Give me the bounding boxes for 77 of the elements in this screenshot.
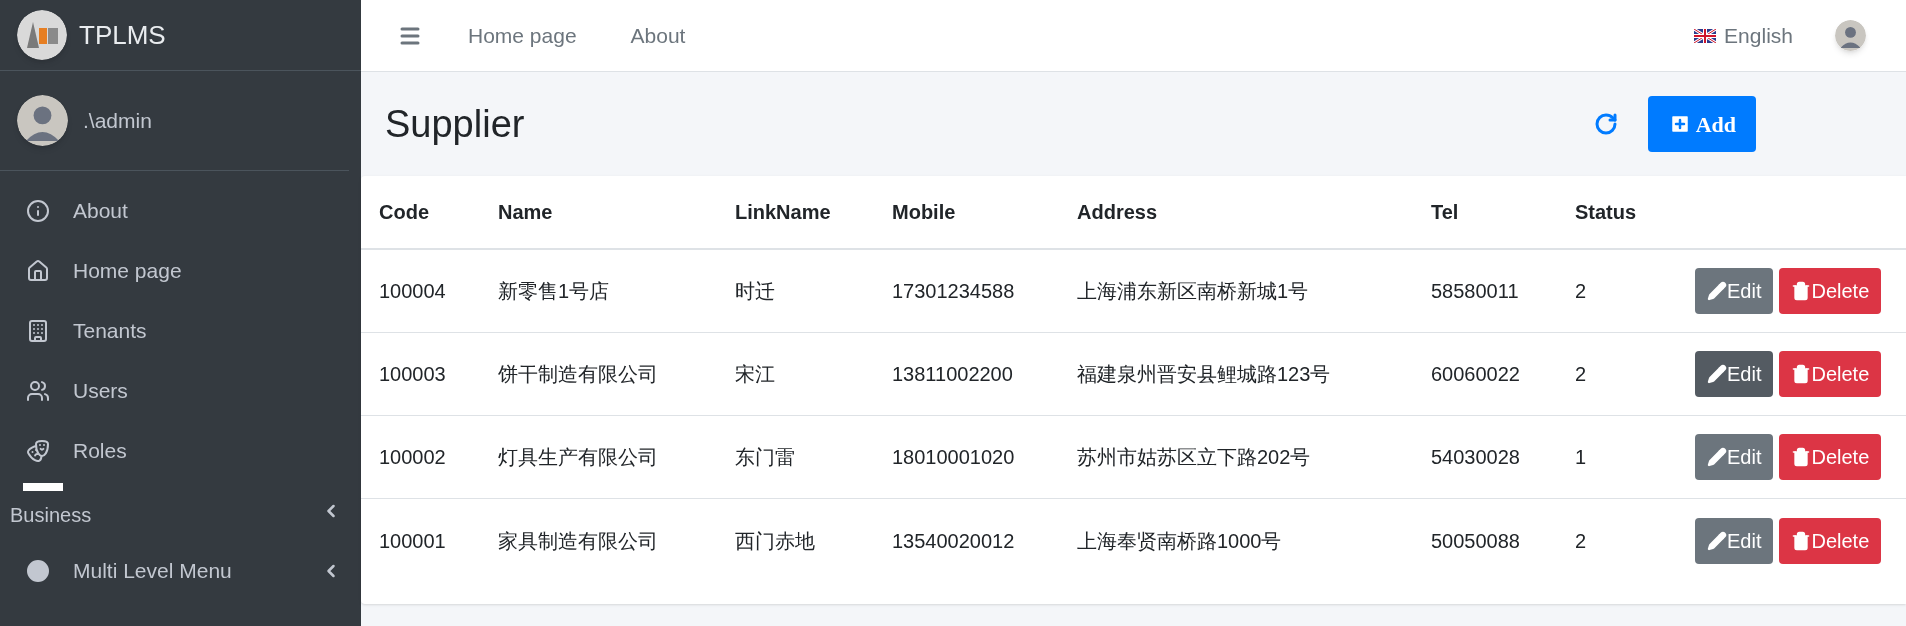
language-selector[interactable]: English bbox=[1724, 19, 1793, 52]
user-avatar bbox=[17, 95, 68, 146]
table-cell-text: 13540020012 bbox=[892, 528, 1016, 554]
table-cell-text: 60060022 bbox=[1431, 362, 1521, 387]
table-cell-text: 54030028 bbox=[1431, 445, 1521, 470]
sidebar-section[interactable]: Business bbox=[10, 500, 92, 530]
pencil-icon bbox=[1707, 530, 1727, 551]
circle-icon bbox=[26, 559, 50, 583]
trash-icon bbox=[1791, 281, 1812, 301]
delete-button[interactable]: Delete bbox=[1779, 434, 1882, 480]
table-cell-text: 58580011 bbox=[1431, 279, 1520, 304]
table-cell-text: 100003 bbox=[379, 362, 447, 387]
users-icon bbox=[26, 379, 50, 403]
table-cell-text: 宋江 bbox=[735, 362, 776, 387]
home-icon bbox=[26, 259, 50, 283]
page-title: Supplier bbox=[385, 101, 525, 147]
sidebar-item[interactable]: About bbox=[73, 195, 128, 227]
column-header: Code bbox=[379, 200, 430, 225]
sidebar-item[interactable]: Home page bbox=[73, 255, 182, 287]
table-cell-text: 上海奉贤南桥路1000号 bbox=[1077, 528, 1283, 554]
table-cell-text: 50050088 bbox=[1431, 528, 1521, 554]
pencil-icon bbox=[1707, 364, 1727, 384]
table-cell-text: 13811002200 bbox=[892, 362, 1014, 387]
column-header: Name bbox=[498, 200, 554, 225]
table-cell-text: 时迁 bbox=[735, 279, 776, 304]
refresh-icon[interactable] bbox=[1593, 112, 1618, 136]
sidebar-item[interactable]: Multi Level Menu bbox=[73, 555, 232, 587]
table-cell-text: 2 bbox=[1575, 279, 1588, 304]
logo-icon bbox=[17, 10, 67, 60]
table-cell-text: 2 bbox=[1575, 528, 1588, 554]
building-icon bbox=[26, 319, 50, 343]
column-header: Mobile bbox=[892, 200, 957, 225]
sidebar-item[interactable]: Roles bbox=[73, 435, 127, 467]
table-cell-text: 100004 bbox=[379, 279, 447, 304]
sidebar-item[interactable]: Users bbox=[73, 375, 128, 407]
info-icon bbox=[26, 199, 50, 223]
flag-icon bbox=[1694, 28, 1717, 43]
table-cell-text: 100002 bbox=[379, 445, 447, 470]
column-header: Status bbox=[1575, 200, 1638, 225]
theater-masks-icon bbox=[26, 439, 50, 463]
delete-button[interactable]: Delete bbox=[1779, 351, 1882, 397]
add-button[interactable]: Add bbox=[1647, 96, 1756, 152]
nav-link[interactable]: Home page bbox=[460, 19, 585, 52]
table-cell-text: 灯具生产有限公司 bbox=[498, 445, 659, 470]
highlight-bar bbox=[23, 483, 63, 491]
table-cell-text: 上海浦东新区南桥新城1号 bbox=[1077, 279, 1310, 304]
edit-button[interactable]: Edit bbox=[1695, 517, 1774, 564]
trash-icon bbox=[1791, 364, 1812, 384]
edit-button[interactable]: Edit bbox=[1695, 351, 1774, 397]
table-cell-text: 东门雷 bbox=[735, 445, 796, 470]
brand-name[interactable]: TPLMS bbox=[79, 15, 166, 55]
pencil-icon bbox=[1707, 447, 1727, 467]
edit-button[interactable]: Edit bbox=[1695, 434, 1774, 480]
trash-icon bbox=[1791, 530, 1812, 551]
column-header: LinkName bbox=[735, 200, 832, 225]
table-cell-text: 饼干制造有限公司 bbox=[498, 362, 659, 387]
table-cell-text: 17301234588 bbox=[892, 279, 1016, 304]
nav-link[interactable]: About bbox=[622, 19, 694, 52]
pencil-icon bbox=[1707, 281, 1727, 301]
table-cell-text: 新零售1号店 bbox=[498, 279, 611, 304]
table-cell-text: 2 bbox=[1575, 362, 1588, 387]
table-cell-text: 100001 bbox=[379, 528, 447, 554]
table-cell-text: 家具制造有限公司 bbox=[498, 528, 659, 554]
user-name[interactable]: .\admin bbox=[83, 104, 152, 137]
column-header: Tel bbox=[1431, 200, 1460, 225]
table-cell-text: 1 bbox=[1575, 445, 1588, 470]
table-cell-text: 18010001020 bbox=[892, 445, 1016, 470]
sidebar-item[interactable]: Tenants bbox=[73, 315, 147, 347]
table-cell-text: 福建泉州晋安县鲤城路123号 bbox=[1077, 362, 1332, 387]
edit-button[interactable]: Edit bbox=[1695, 268, 1774, 314]
table-cell-text: 苏州市姑苏区立下路202号 bbox=[1077, 445, 1312, 470]
delete-button[interactable]: Delete bbox=[1779, 268, 1882, 314]
table-cell-text: 西门赤地 bbox=[735, 528, 816, 554]
user-avatar bbox=[1835, 20, 1866, 51]
trash-icon bbox=[1791, 447, 1812, 467]
delete-button[interactable]: Delete bbox=[1779, 517, 1882, 564]
column-header: Address bbox=[1077, 200, 1159, 225]
